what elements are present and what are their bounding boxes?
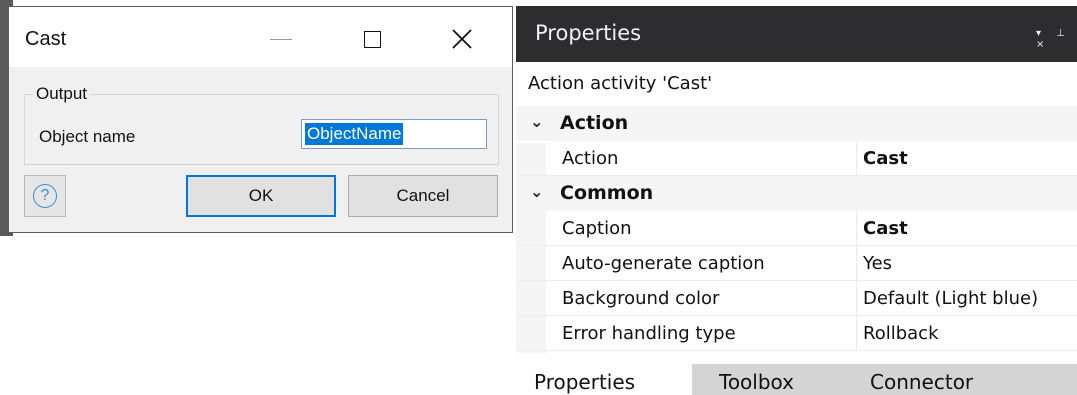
property-row-caption[interactable]: Caption Cast (516, 211, 1077, 246)
cast-dialog: Cast Output Object name ObjectName ? OK … (8, 6, 513, 233)
tab-properties[interactable]: Properties (516, 364, 692, 395)
properties-header: Properties ▾ ⊥ × (516, 6, 1077, 62)
object-name-selected-text: ObjectName (305, 123, 404, 145)
property-key: Action (562, 148, 619, 169)
properties-title: Properties (535, 21, 642, 45)
category-name: Common (560, 182, 654, 204)
tab-toolbox[interactable]: Toolbox (692, 364, 848, 395)
category-action[interactable]: ⌄ Action (516, 106, 1077, 141)
dialog-titlebar: Cast (9, 7, 512, 67)
property-value: Cast (863, 148, 908, 169)
property-key: Background color (562, 288, 720, 309)
category-name: Action (560, 112, 629, 134)
ok-button[interactable]: OK (186, 175, 336, 217)
object-name-label: Object name (39, 127, 136, 146)
property-value: Rollback (863, 323, 939, 344)
tab-label: Toolbox (719, 370, 794, 394)
close-icon (452, 29, 472, 49)
properties-panel: Properties ▾ ⊥ × Action activity 'Cast' … (516, 0, 1077, 395)
output-group-label: Output (33, 84, 91, 104)
property-row-action[interactable]: Action Cast (516, 141, 1077, 176)
column-divider (856, 281, 857, 315)
column-divider (856, 246, 857, 280)
property-value: Cast (863, 218, 908, 239)
tab-label: Properties (534, 370, 636, 394)
property-key: Caption (562, 218, 632, 239)
property-value: Default (Light blue) (863, 288, 1039, 309)
tab-connector[interactable]: Connector (848, 364, 1077, 395)
property-row-background-color[interactable]: Background color Default (Light blue) (516, 281, 1077, 316)
help-icon: ? (33, 184, 57, 208)
chevron-down-icon: ⌄ (530, 182, 544, 201)
help-button[interactable]: ? (24, 175, 66, 217)
column-divider (856, 141, 857, 175)
maximize-button[interactable] (352, 21, 392, 57)
column-divider (856, 211, 857, 245)
object-name-input[interactable]: ObjectName (301, 119, 487, 149)
column-divider (856, 316, 857, 350)
panel-window-controls-icon[interactable]: ▾ ⊥ × (1036, 28, 1077, 50)
property-key: Auto-generate caption (562, 253, 765, 274)
property-key: Error handling type (562, 323, 736, 344)
property-value: Yes (863, 253, 893, 274)
minimize-button[interactable] (261, 21, 301, 57)
dialog-title: Cast (25, 28, 67, 50)
chevron-down-icon: ⌄ (530, 112, 544, 131)
panel-tabs: Properties Toolbox Connector (516, 364, 1077, 395)
cancel-button[interactable]: Cancel (348, 175, 498, 217)
category-common[interactable]: ⌄ Common (516, 176, 1077, 211)
tab-label: Connector (870, 370, 974, 394)
property-row-auto-generate-caption[interactable]: Auto-generate caption Yes (516, 246, 1077, 281)
close-button[interactable] (442, 21, 482, 57)
minimize-icon (270, 38, 292, 40)
maximize-icon (363, 30, 381, 48)
activity-description: Action activity 'Cast' (528, 73, 713, 94)
property-row-error-handling-type[interactable]: Error handling type Rollback (516, 316, 1077, 351)
